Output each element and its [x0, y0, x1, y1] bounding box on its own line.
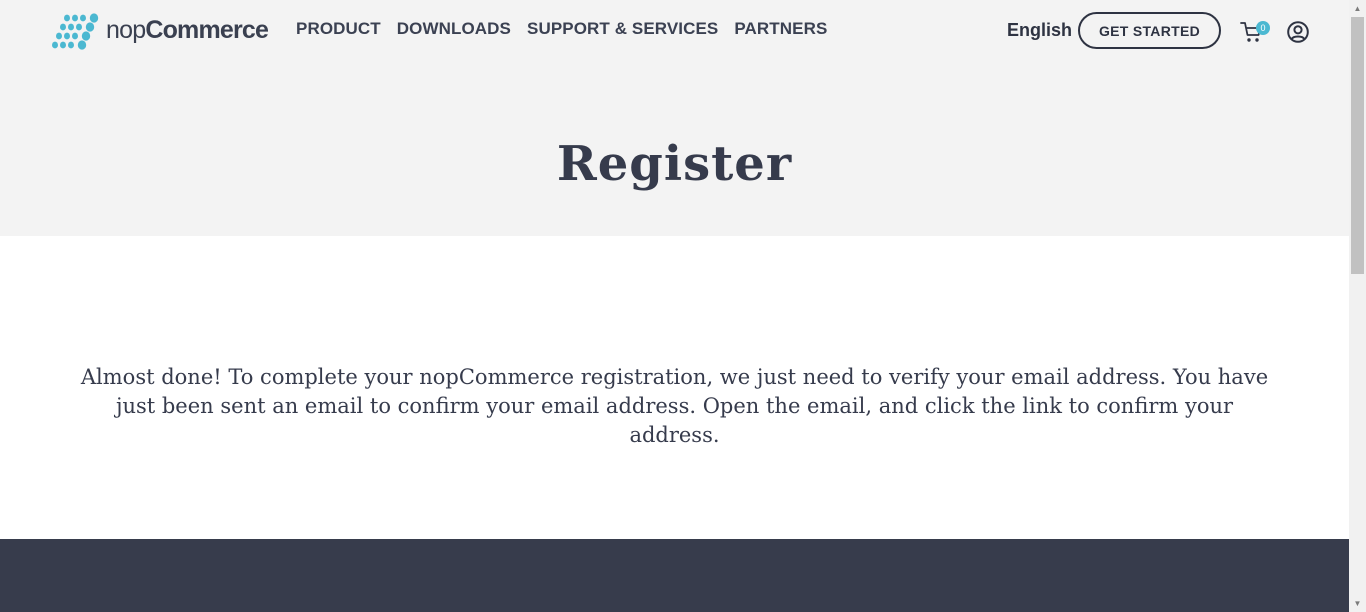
logo-text-light: nop	[106, 16, 146, 44]
registration-result-message: Almost done! To complete your nopCommerc…	[80, 365, 1269, 447]
logo-link[interactable]: nopCommerce	[50, 13, 269, 51]
nav-item-product[interactable]: PRODUCT	[296, 19, 381, 39]
scroll-thumb[interactable]	[1351, 17, 1364, 274]
site-footer	[0, 539, 1349, 612]
site-header: nopCommerce PRODUCT DOWNLOADS SUPPORT & …	[0, 0, 1349, 64]
page-title: Register	[556, 136, 793, 193]
scroll-down-arrow-icon[interactable]: ▼	[1349, 595, 1366, 612]
nav-item-support-services[interactable]: SUPPORT & SERVICES	[527, 19, 718, 39]
nav-item-partners[interactable]: PARTNERS	[734, 19, 827, 39]
page: nopCommerce PRODUCT DOWNLOADS SUPPORT & …	[0, 0, 1349, 612]
page-header-band: nopCommerce PRODUCT DOWNLOADS SUPPORT & …	[0, 0, 1349, 236]
logo-wordmark: nopCommerce	[106, 16, 269, 46]
cart-count-badge: 0	[1256, 21, 1270, 35]
vertical-scrollbar[interactable]: ▲ ▼	[1349, 0, 1366, 612]
get-started-button[interactable]: GET STARTED	[1078, 12, 1221, 49]
nopcommerce-logo-icon	[52, 13, 99, 50]
scroll-up-arrow-icon[interactable]: ▲	[1349, 0, 1366, 17]
main-nav: PRODUCT DOWNLOADS SUPPORT & SERVICES PAR…	[296, 19, 827, 39]
main-content: Almost done! To complete your nopCommerc…	[0, 236, 1349, 539]
account-icon	[1287, 21, 1309, 43]
nav-item-downloads[interactable]: DOWNLOADS	[397, 19, 511, 39]
logo-text-bold: Commerce	[145, 16, 269, 44]
language-selector[interactable]: English	[1007, 20, 1072, 41]
account-button[interactable]	[1287, 21, 1309, 43]
